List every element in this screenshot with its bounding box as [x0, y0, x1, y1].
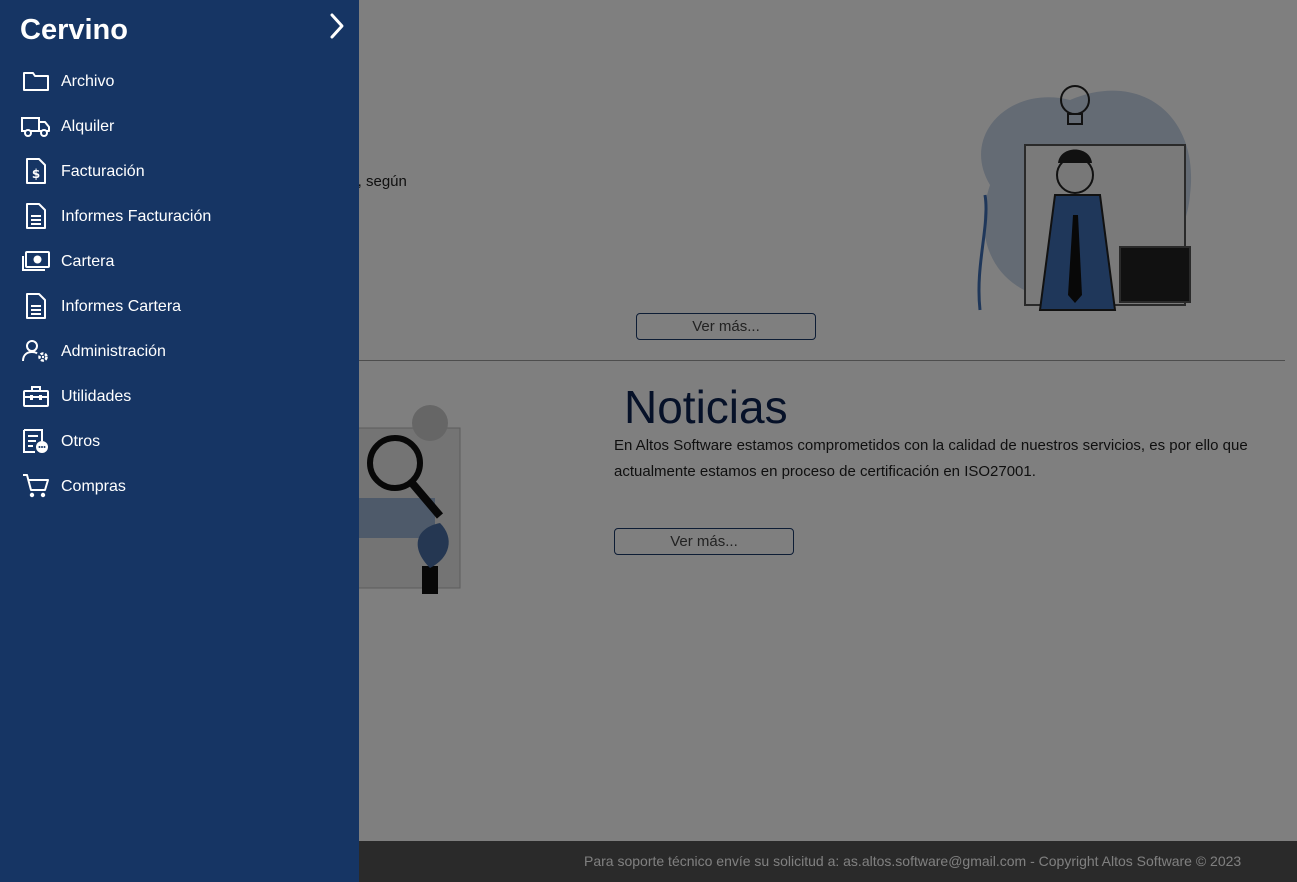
sidebar-item-label: Utilidades	[61, 388, 132, 405]
truck-icon	[21, 113, 51, 139]
sidebar-item-cartera[interactable]: Cartera	[0, 239, 359, 284]
sidebar-item-label: Otros	[61, 433, 101, 450]
sidebar-item-informes-facturacion[interactable]: Informes Facturación	[0, 194, 359, 239]
brand-title: Cervino	[20, 14, 128, 46]
chevron-right-icon	[330, 13, 344, 39]
document-icon	[21, 293, 51, 319]
folder-icon	[21, 68, 51, 94]
sidebar-item-utilidades[interactable]: Utilidades	[0, 374, 359, 419]
sidebar-item-archivo[interactable]: Archivo	[0, 59, 359, 104]
sidebar-item-label: Cartera	[61, 253, 115, 270]
sidebar-item-label: Archivo	[61, 73, 115, 90]
sidebar-item-label: Facturación	[61, 163, 145, 180]
user-gear-icon	[21, 338, 51, 364]
svg-text:$: $	[32, 167, 40, 181]
invoice-dollar-icon: $	[21, 158, 51, 184]
document-icon	[21, 203, 51, 229]
sidebar-item-label: Informes Facturación	[61, 208, 212, 225]
sidebar-item-compras[interactable]: Compras	[0, 464, 359, 509]
money-bill-icon	[21, 248, 51, 274]
sidebar-item-facturacion[interactable]: $ Facturación	[0, 149, 359, 194]
sidebar-item-label: Informes Cartera	[61, 298, 182, 315]
sidebar-menu: Archivo Alquiler $ Facturación Informes …	[0, 59, 359, 509]
sidebar-item-otros[interactable]: Otros	[0, 419, 359, 464]
collapse-drawer-button[interactable]	[322, 10, 352, 42]
sidebar-item-label: Alquiler	[61, 118, 115, 135]
sidebar-item-alquiler[interactable]: Alquiler	[0, 104, 359, 149]
sidebar-item-administracion[interactable]: Administración	[0, 329, 359, 374]
toolbox-icon	[21, 383, 51, 409]
sidebar-item-informes-cartera[interactable]: Informes Cartera	[0, 284, 359, 329]
cart-icon	[21, 473, 51, 499]
sidebar-item-label: Administración	[61, 343, 166, 360]
sidebar-item-label: Compras	[61, 478, 126, 495]
list-more-icon	[21, 428, 51, 454]
side-drawer: Cervino Archivo Alquiler $ Facturación I…	[0, 0, 359, 882]
